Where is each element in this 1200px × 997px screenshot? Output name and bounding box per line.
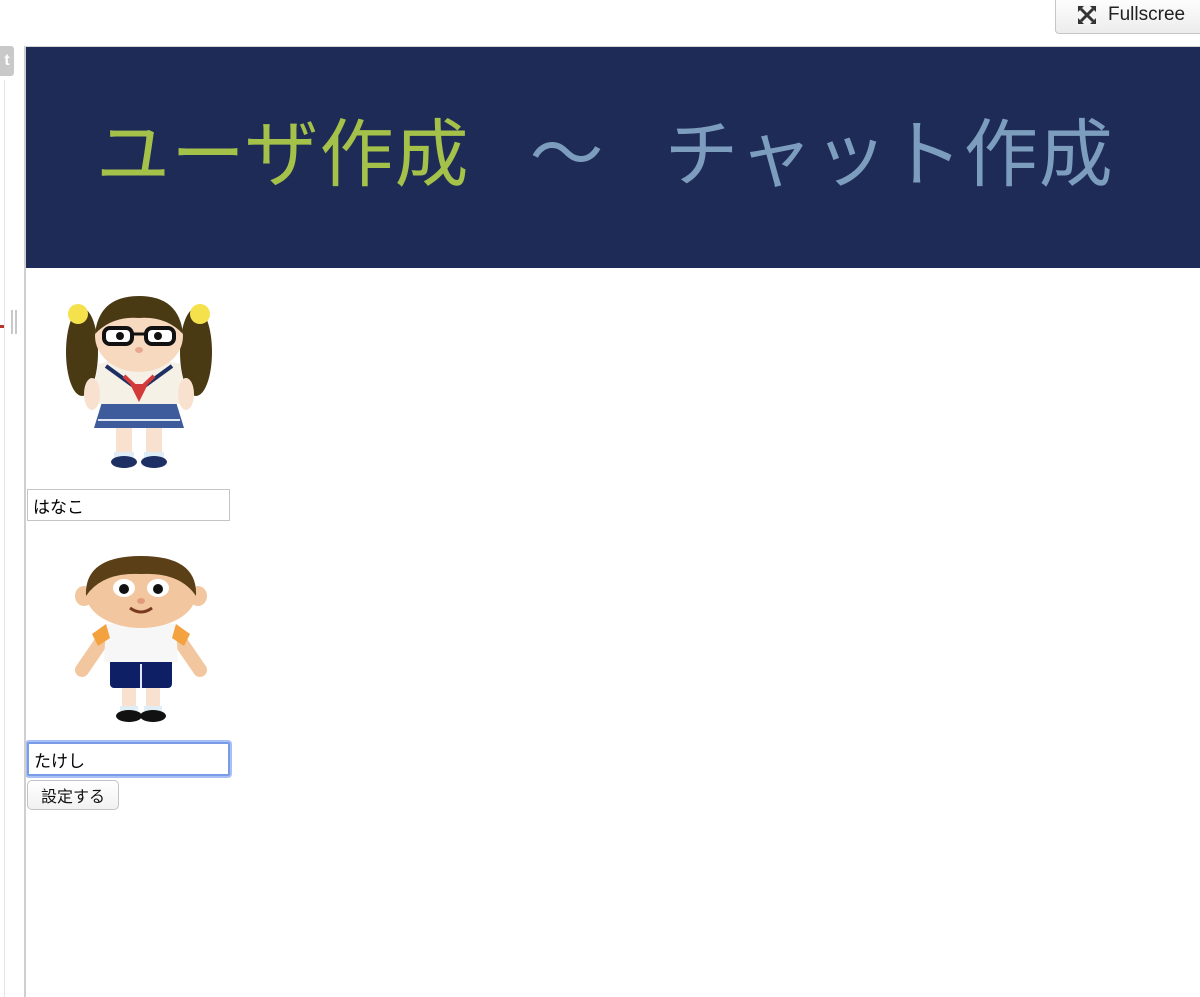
step-next-partial: 〈 xyxy=(1174,112,1200,198)
step-chat-create: チャット作成 xyxy=(664,112,1114,198)
step-separator: 〜 xyxy=(529,112,605,198)
boy-avatar-image xyxy=(75,556,207,722)
name-input-takeshi[interactable] xyxy=(27,742,230,776)
step-user-create: ユーザ作成 xyxy=(96,112,470,198)
header-banner: ユーザ作成〜チャット作成〈 xyxy=(26,47,1200,268)
fullscreen-label: Fullscree xyxy=(1108,4,1186,25)
resize-handle[interactable] xyxy=(11,310,18,334)
name-input-hanako[interactable] xyxy=(27,489,230,521)
fullscreen-button[interactable]: Fullscree xyxy=(1055,0,1200,34)
gutter-marker xyxy=(0,325,4,328)
fullscreen-icon xyxy=(1077,5,1097,25)
preview-frame: ユーザ作成〜チャット作成〈 xyxy=(24,46,1200,997)
gutter-divider xyxy=(4,80,5,997)
side-panel-tab[interactable]: t xyxy=(0,46,14,76)
step-indicator: ユーザ作成〜チャット作成〈 xyxy=(96,107,1200,203)
submit-button[interactable]: 設定する xyxy=(27,780,120,810)
app-window: t Fullscree ユーザ作成〜チャット作成〈 xyxy=(0,0,1200,997)
girl-avatar-image xyxy=(66,296,212,468)
left-gutter: t xyxy=(0,0,24,997)
